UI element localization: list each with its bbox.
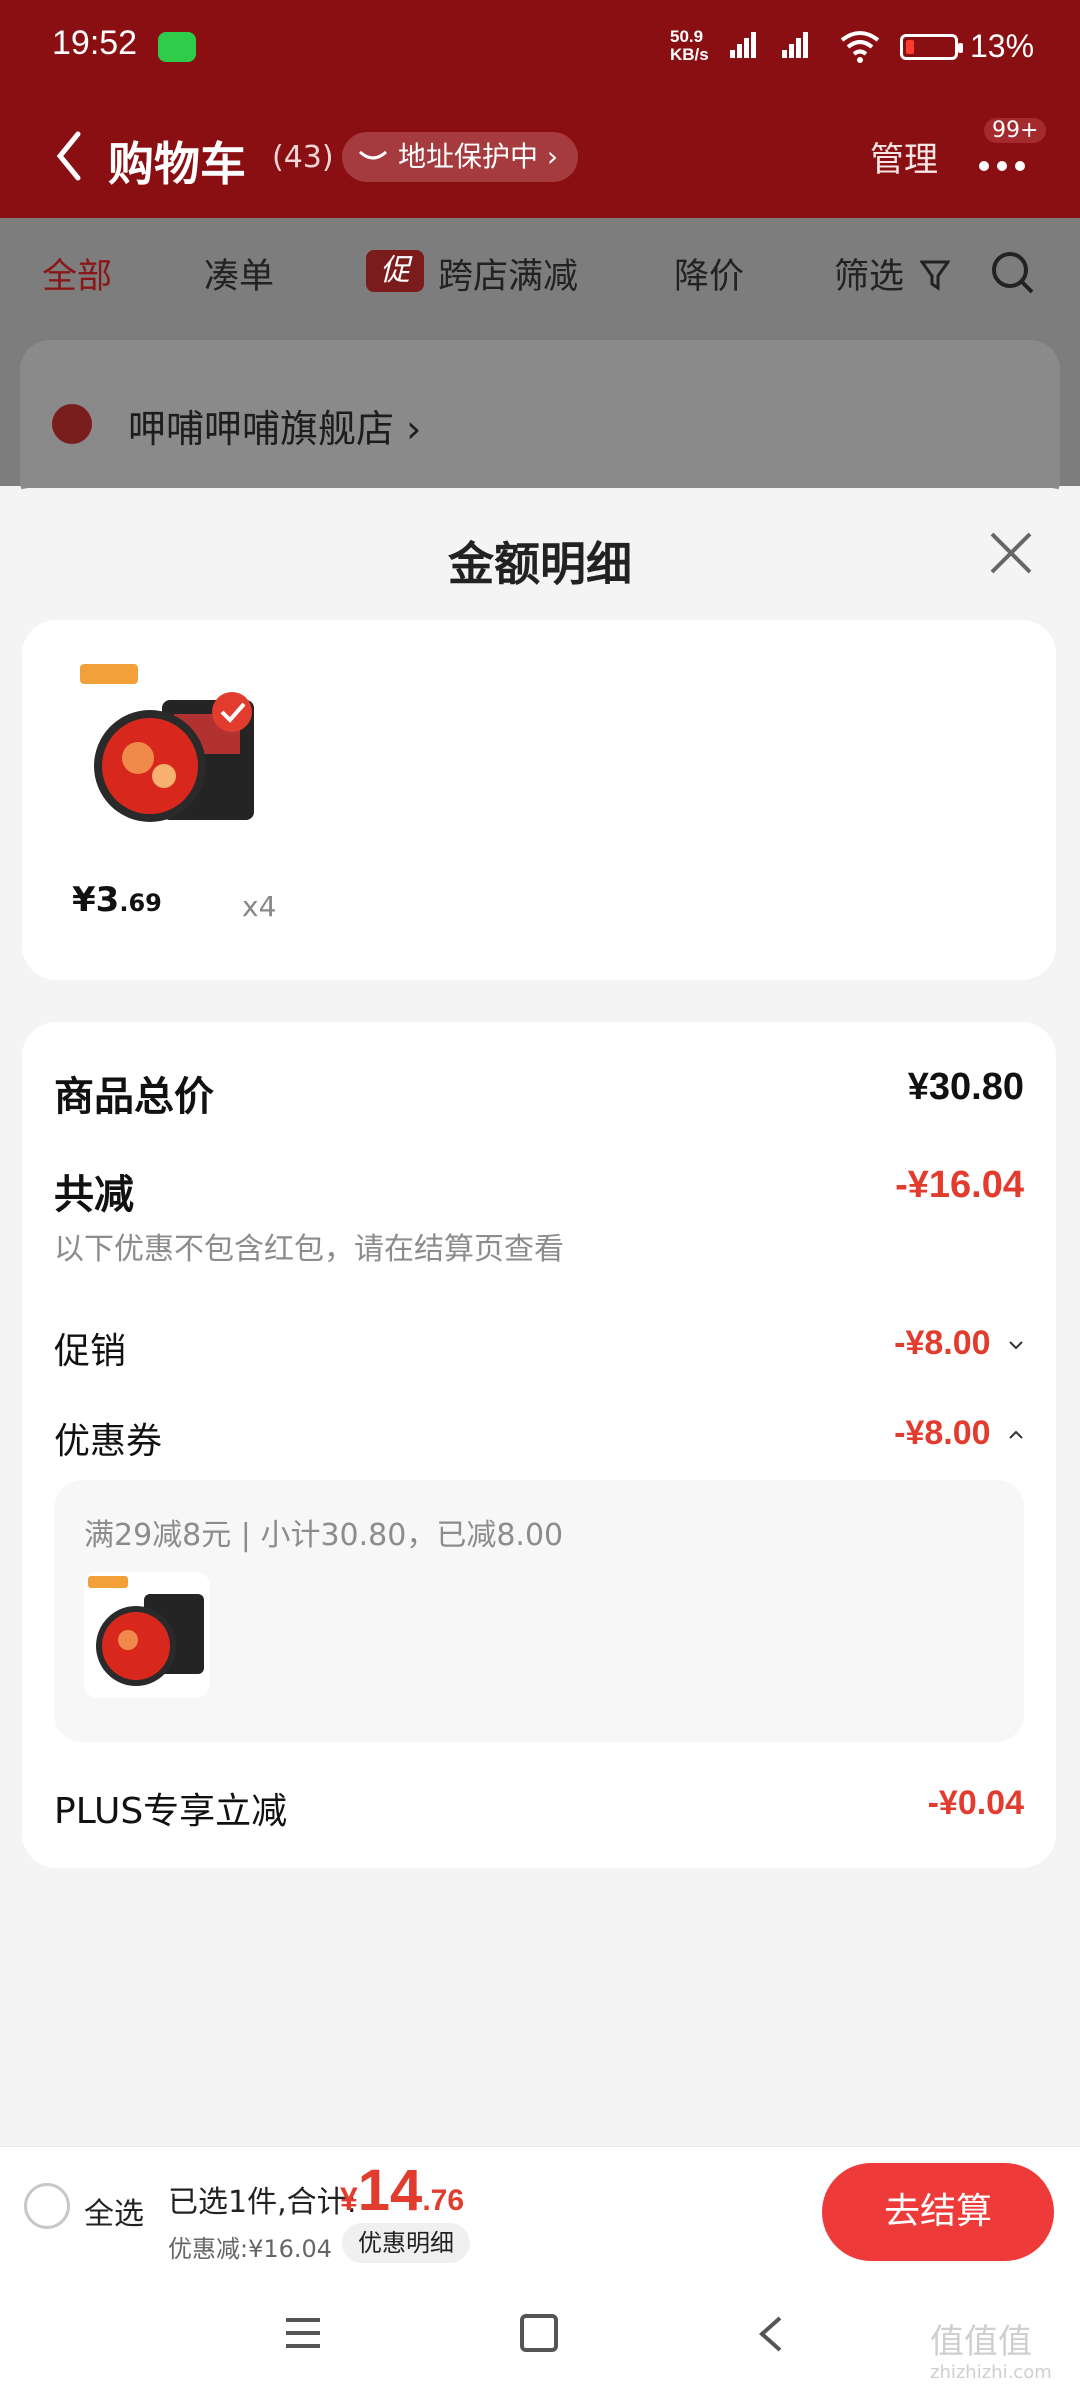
amount-detail-sheet: 金额明细 ¥3.69 x4 商品总价 ¥30.80 共减 -¥16.04 以下优…: [0, 488, 1080, 2400]
battery-icon: [900, 34, 963, 60]
select-all-radio[interactable]: [24, 2183, 70, 2229]
filter-bar: 全部 凑单 促 跨店满减 降价 筛选: [0, 218, 1080, 326]
discount-detail-button[interactable]: 优惠明细: [342, 2223, 470, 2263]
home-icon[interactable]: [520, 2314, 558, 2352]
reduce-hint: 以下优惠不包含红包，请在结算页查看: [54, 1232, 564, 1267]
select-all-label[interactable]: 全选: [84, 2189, 144, 2233]
total-price-value: ¥30.80: [907, 1066, 1024, 1108]
message-badge: 99+: [984, 118, 1047, 143]
sheet-title: 金额明细: [448, 537, 632, 591]
tab-combine[interactable]: 凑单: [204, 248, 274, 299]
tab-filter[interactable]: 筛选: [834, 248, 904, 299]
wifi-icon: [840, 31, 880, 63]
plus-value: -¥0.04: [927, 1784, 1024, 1822]
back-icon[interactable]: [756, 2314, 786, 2354]
promo-label: 促销: [54, 1331, 127, 1372]
manage-button[interactable]: 管理: [870, 132, 938, 181]
nav-bar: 购物车 (43) 地址保护中 › 管理 99+: [0, 118, 1080, 198]
summary-card: 商品总价 ¥30.80 共减 -¥16.04 以下优惠不包含红包，请在结算页查看…: [22, 1022, 1056, 1868]
item-price: ¥3.69: [72, 880, 162, 920]
battery-percent: 13%: [970, 28, 1035, 64]
total-price-label: 商品总价: [54, 1074, 214, 1120]
chevron-up-icon: [1009, 1430, 1023, 1439]
promo-icon: 促: [366, 250, 424, 292]
selected-summary: 已选1件,合计:: [168, 2185, 357, 2220]
more-dots-icon[interactable]: [978, 136, 1028, 186]
product-thumbnail: [84, 1572, 210, 1698]
check-icon[interactable]: [52, 404, 92, 444]
system-nav-bar: 值值值 zhizhizhi.com: [0, 2274, 1080, 2400]
checkout-bar: 全选 已选1件,合计: ¥14.76 优惠减:¥16.04 优惠明细 去结算: [0, 2146, 1080, 2275]
coupon-label: 优惠券: [54, 1421, 163, 1462]
total-amount: ¥14.76: [340, 2158, 465, 2223]
coupon-detail-box: 满29减8元 | 小计30.80，已减8.00: [54, 1480, 1024, 1742]
cart-count: (43): [272, 140, 334, 175]
checkout-button[interactable]: 去结算: [822, 2163, 1054, 2261]
header: 19:52 50.9 KB/s 13% 购物车 (43) 地址保护中 › 管理 …: [0, 0, 1080, 218]
store-name[interactable]: 呷哺呷哺旗舰店 ›: [128, 398, 421, 453]
page-title: 购物车: [108, 137, 246, 191]
wechat-icon: [158, 32, 196, 62]
discount-text: 优惠减:¥16.04: [168, 2235, 333, 2263]
total-reduce-label: 共减: [54, 1172, 134, 1218]
item-quantity: x4: [242, 890, 277, 923]
signal-icon: [782, 32, 810, 62]
watermark-url: zhizhizhi.com: [930, 2362, 1052, 2383]
promo-row[interactable]: -¥8.00: [894, 1324, 1024, 1363]
close-icon[interactable]: [988, 530, 1034, 576]
back-arrow-icon[interactable]: [52, 128, 88, 184]
coupon-detail-text: 满29减8元 | 小计30.80，已减8.00: [84, 1518, 564, 1553]
address-protect-chip[interactable]: 地址保护中 ›: [342, 132, 579, 182]
menu-icon[interactable]: [284, 2316, 322, 2350]
status-bar: 19:52 50.9 KB/s 13%: [0, 18, 1080, 78]
chevron-down-icon: [1009, 1341, 1023, 1350]
plus-label: PLUS专享立减: [54, 1791, 288, 1832]
network-speed: 50.9 KB/s: [670, 27, 709, 64]
tab-cross-store[interactable]: 跨店满减: [438, 248, 578, 299]
search-icon[interactable]: [990, 250, 1036, 296]
items-card: ¥3.69 x4: [22, 620, 1056, 980]
tab-all[interactable]: 全部: [42, 248, 112, 299]
watermark: 值值值: [930, 2322, 1032, 2362]
coupon-row[interactable]: -¥8.00: [894, 1414, 1024, 1453]
tab-price-drop[interactable]: 降价: [674, 248, 744, 299]
filter-icon: [920, 260, 950, 291]
product-image: [80, 664, 254, 822]
eye-closed-icon: [358, 150, 388, 160]
total-reduce-value: -¥16.04: [895, 1164, 1024, 1206]
status-time: 19:52: [52, 24, 138, 62]
signal-icon: [730, 32, 758, 62]
